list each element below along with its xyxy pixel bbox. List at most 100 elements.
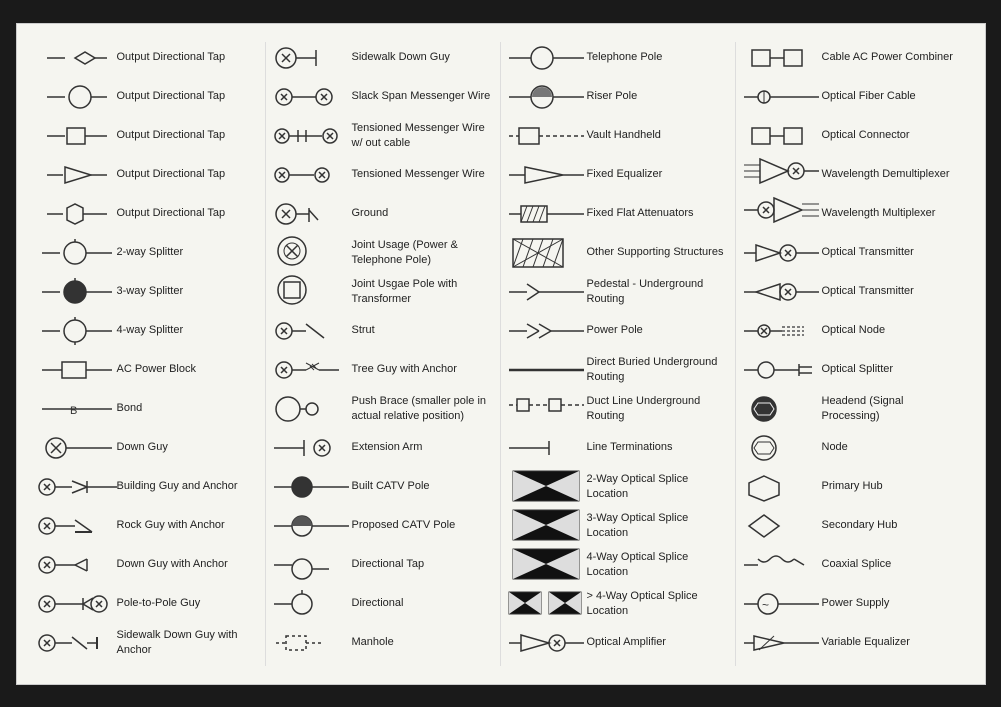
symbol-node [742,432,822,464]
optical-splitter: Optical Splitter [742,354,965,386]
label: Proposed CATV Pole [352,518,494,532]
label: AC Power Block [117,362,259,376]
symbol-4way-optical-splice [507,549,587,581]
label: Directional Tap [352,557,494,571]
symbol-direct-buried [507,354,587,386]
label: Sidewalk Down Guy with Anchor [117,628,259,657]
label: Bond [117,401,259,415]
symbol-4way-plus-optical-splice [507,588,587,620]
symbol-hexagon-line [37,198,117,230]
down-guy: Down Guy [37,432,259,464]
label: Pedestal - Underground Routing [587,277,729,306]
label: Secondary Hub [822,518,965,532]
label: Line Terminations [587,440,729,454]
telephone-pole: Telephone Pole [507,42,729,74]
label: Fixed Equalizer [587,167,729,181]
symbol-slack-span-messenger [272,81,352,113]
riser-pole: Riser Pole [507,81,729,113]
symbol-power-supply: ~ [742,588,822,620]
symbol-riser-pole [507,81,587,113]
symbol-joint-usgae-transformer [272,276,352,308]
direct-buried: Direct Buried Underground Routing [507,354,729,386]
symbol-push-brace [272,393,352,425]
symbol-optical-connector [742,120,822,152]
label: 2-Way Optical Splice Location [587,472,729,501]
headend: Headend (Signal Processing) [742,393,965,425]
label: Strut [352,323,494,337]
label: Other Supporting Structures [587,245,729,259]
symbol-proposed-catv-pole [272,510,352,542]
node: Node [742,432,965,464]
symbol-secondary-hub [742,510,822,542]
symbol-primary-hub [742,471,822,503]
4way-plus-optical-splice: > 4-Way Optical Splice Location [507,588,729,620]
label: Tree Guy with Anchor [352,362,494,376]
symbol-telephone-pole [507,42,587,74]
symbol-square-line [37,120,117,152]
label: 4-way Splitter [117,323,259,337]
label: Built CATV Pole [352,479,494,493]
optical-amplifier: Optical Amplifier [507,627,729,659]
symbol-joint-usage [272,237,352,269]
output-directional-tap-5: Output Directional Tap [37,198,259,230]
ground: Ground [272,198,494,230]
2way-splitter: 2-way Splitter [37,237,259,269]
label: > 4-Way Optical Splice Location [587,589,729,618]
label: Pole-to-Pole Guy [117,596,259,610]
other-supporting: Other Supporting Structures [507,237,729,269]
label: 3-way Splitter [117,284,259,298]
4way-splitter: 4-way Splitter [37,315,259,347]
strut: Strut [272,315,494,347]
symbol-4way-splitter [37,315,117,347]
symbol-building-guy-anchor [37,471,117,503]
wavelength-demultiplexer: Wavelength Demultiplexer [742,159,965,191]
symbol-wavelength-demultiplexer [742,159,822,191]
bond: B Bond [37,393,259,425]
symbol-rock-guy-anchor [37,510,117,542]
coaxial-splice: Coaxial Splice [742,549,965,581]
svg-text:~: ~ [762,598,769,612]
label: Headend (Signal Processing) [822,394,965,423]
extension-arm: Extension Arm [272,432,494,464]
symbol-fixed-equalizer [507,159,587,191]
label: Cable AC Power Combiner [822,50,965,64]
label: Wavelength Demultiplexer [822,167,965,181]
symbol-headend [742,393,822,425]
label: Primary Hub [822,479,965,493]
label: Optical Connector [822,128,965,142]
tensioned-messenger-wo-cable: Tensioned Messenger Wire w/ out cable [272,120,494,152]
symbol-pedestal-underground [507,276,587,308]
symbol-line-terminations [507,432,587,464]
symbol-wavelength-multiplexer [742,198,822,230]
label: Directional [352,596,494,610]
label: Output Directional Tap [117,206,259,220]
column-1: Output Directional Tap Output Directiona… [31,42,266,666]
label: Riser Pole [587,89,729,103]
label: Joint Usage (Power & Telephone Pole) [352,238,494,267]
symbol-tensioned-messenger [272,159,352,191]
label: Vault Handheld [587,128,729,142]
symbol-diamond [37,42,117,74]
label: Optical Amplifier [587,635,729,649]
label: Coaxial Splice [822,557,965,571]
down-guy-anchor: Down Guy with Anchor [37,549,259,581]
label: Slack Span Messenger Wire [352,89,494,103]
label: Down Guy with Anchor [117,557,259,571]
output-directional-tap-2: Output Directional Tap [37,81,259,113]
variable-equalizer: Variable Equalizer [742,627,965,659]
label: Duct Line Underground Routing [587,394,729,423]
symbol-optical-transmitter-2 [742,276,822,308]
wavelength-multiplexer: Wavelength Multiplexer [742,198,965,230]
sidewalk-down-guy: Sidewalk Down Guy [272,42,494,74]
symbol-duct-line [507,393,587,425]
3way-optical-splice: 3-Way Optical Splice Location [507,510,729,542]
symbol-power-pole [507,315,587,347]
label: Push Brace (smaller pole in actual relat… [352,394,494,423]
line-terminations: Line Terminations [507,432,729,464]
symbol-optical-transmitter-1 [742,237,822,269]
symbol-pole-to-pole-guy [37,588,117,620]
symbol-triangle-line [37,159,117,191]
symbol-2way-splitter [37,237,117,269]
label: Ground [352,206,494,220]
label: Output Directional Tap [117,128,259,142]
